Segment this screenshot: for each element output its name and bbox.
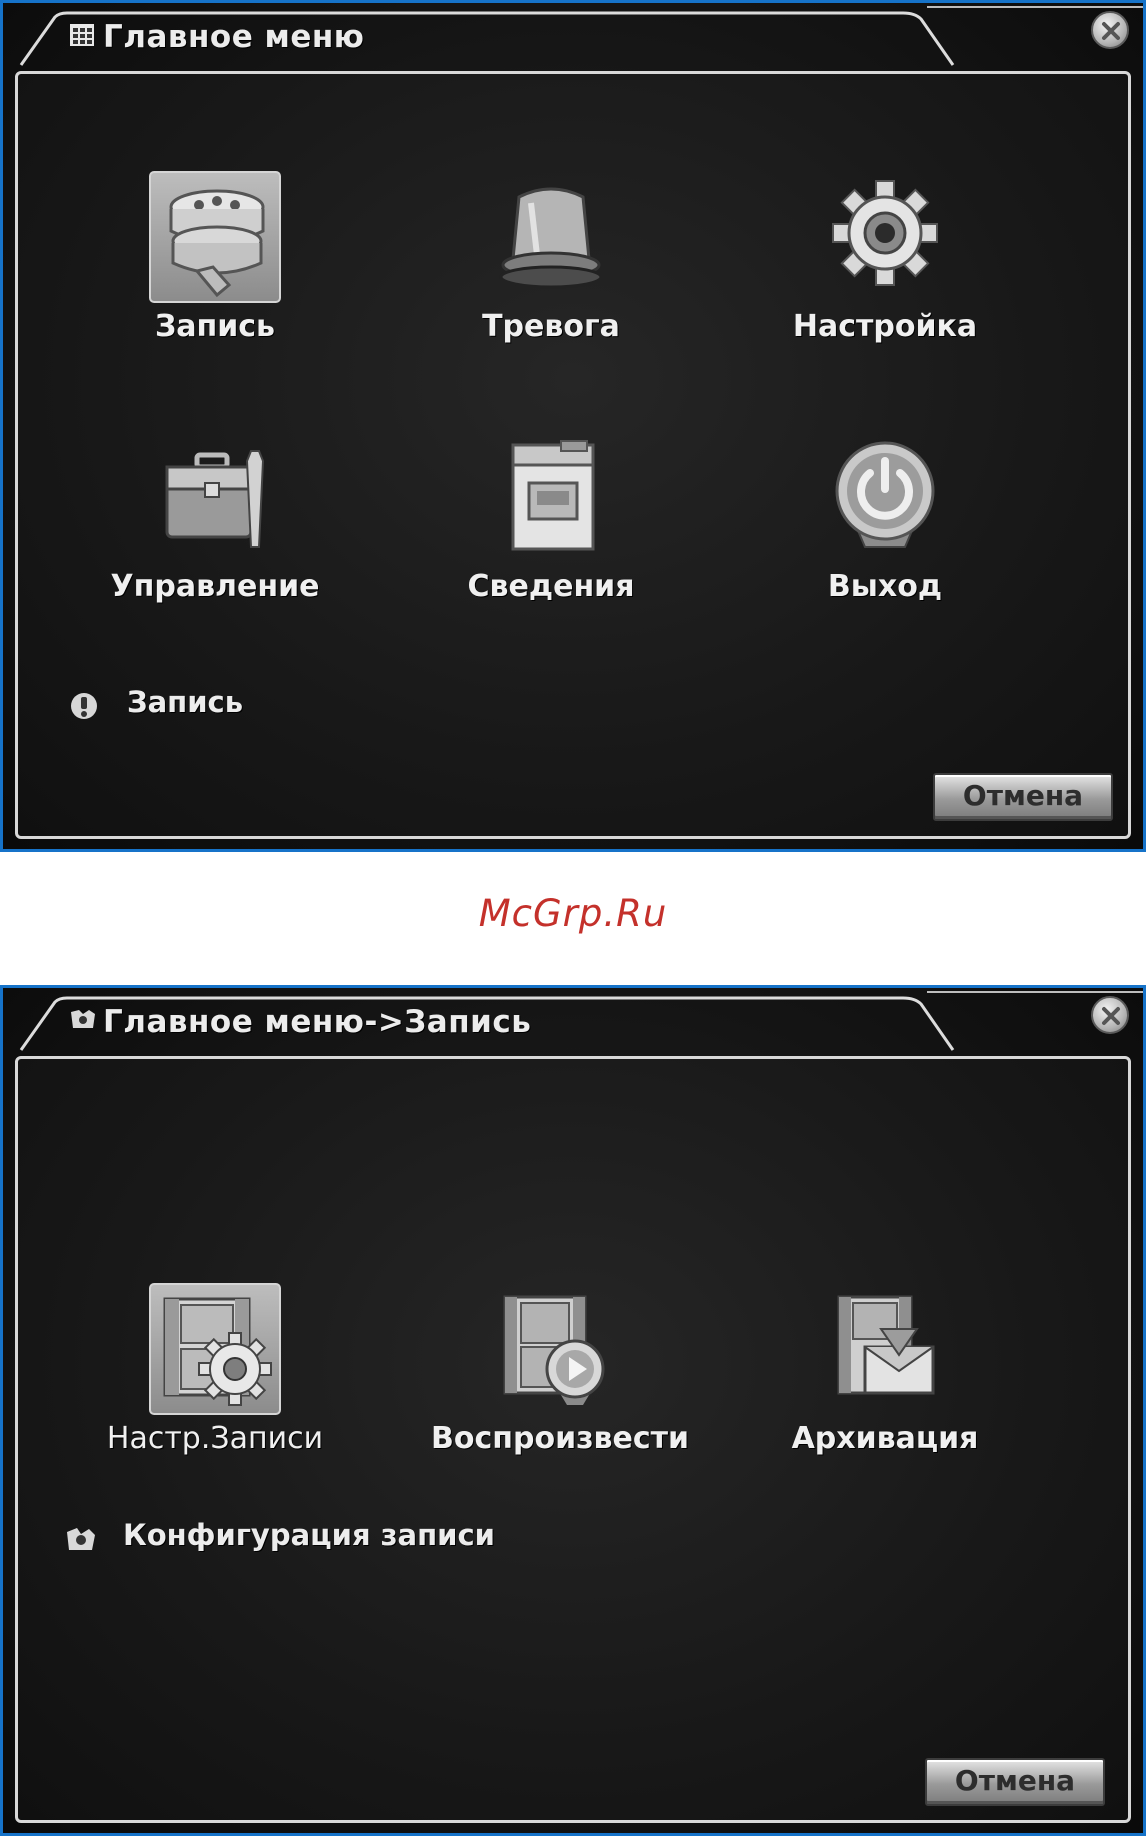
menu-item-label: Архивация (791, 1421, 979, 1456)
gear-icon (832, 180, 938, 286)
menu-item-management[interactable]: Управление (95, 431, 335, 604)
menu-item-label: Тревога (482, 309, 620, 344)
menu-item-archive[interactable]: Архивация (765, 1283, 1005, 1456)
title-bar: Главное меню (3, 3, 1143, 75)
menu-item-settings[interactable]: Настройка (765, 171, 1005, 344)
close-icon (1102, 22, 1120, 40)
menu-item-exit[interactable]: Выход (765, 431, 1005, 604)
film-gear-icon (163, 1297, 272, 1406)
menu-item-label: Сведения (467, 569, 635, 604)
menu-item-record-settings[interactable]: Настр.Записи (95, 1283, 335, 1456)
record-menu-screen: Главное меню->Запись Настр.Записи Воспро… (0, 985, 1146, 1836)
main-menu-screen: Главное меню Запись Тревога Настройка Уп… (0, 0, 1146, 852)
menu-item-playback[interactable]: Воспроизвести (431, 1283, 690, 1456)
menu-item-label: Запись (154, 309, 276, 344)
close-button[interactable] (1091, 11, 1129, 49)
close-button[interactable] (1091, 996, 1129, 1034)
film-archive-icon (837, 1295, 935, 1395)
menu-item-label: Выход (827, 569, 943, 604)
status-text: Запись (127, 685, 244, 719)
film-play-icon (503, 1295, 605, 1405)
toolbox-icon (165, 450, 265, 548)
window-title: Главное меню (103, 19, 365, 55)
menu-item-label: Настр.Записи (106, 1421, 324, 1456)
record-config-icon (65, 1526, 97, 1558)
cancel-button[interactable]: Отмена (933, 773, 1113, 821)
menu-item-info[interactable]: Сведения (431, 431, 671, 604)
menu-item-alarm[interactable]: Тревога (431, 171, 671, 344)
status-text: Конфигурация записи (123, 1518, 495, 1552)
menu-item-label: Настройка (792, 309, 978, 344)
menu-item-label: Воспроизвести (431, 1421, 690, 1456)
menu-item-label: Управление (110, 569, 320, 604)
title-bar: Главное меню->Запись (3, 988, 1143, 1060)
window-title: Главное меню->Запись (103, 1004, 532, 1040)
cancel-button[interactable]: Отмена (925, 1758, 1105, 1806)
exclamation-icon (69, 691, 99, 725)
watermark: McGrp.Ru (478, 892, 668, 935)
alarm-siren-icon (499, 187, 603, 289)
menu-item-record[interactable]: Запись (95, 171, 335, 344)
close-icon (1102, 1007, 1120, 1025)
info-folder-icon (511, 440, 595, 551)
power-icon (835, 441, 935, 548)
film-reels-icon (169, 189, 265, 298)
